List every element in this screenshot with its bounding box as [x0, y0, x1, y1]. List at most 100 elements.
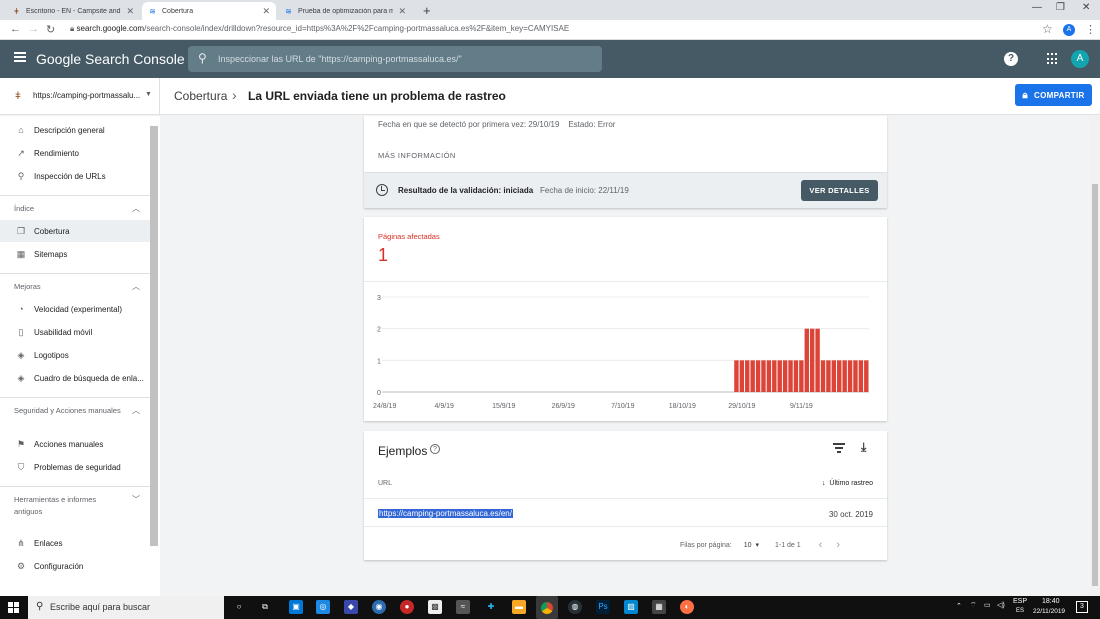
- sidebar-item-links[interactable]: ⋔ Enlaces: [0, 532, 150, 554]
- notification-center-icon[interactable]: 3: [1076, 601, 1088, 613]
- sidebar-item-speed[interactable]: ◔ Velocidad (experimental): [0, 298, 150, 320]
- sidebar-item-overview[interactable]: ⌂ Descripción general: [0, 119, 150, 141]
- table-row-url[interactable]: https://camping-portmassaluca.es/en/: [378, 509, 513, 518]
- sidebar-item-logos[interactable]: ◈ Logotipos: [0, 344, 150, 366]
- sidebar-item-security-issues[interactable]: ⛉ Problemas de seguridad: [0, 456, 150, 478]
- back-icon[interactable]: ←: [10, 23, 21, 35]
- maximize-icon[interactable]: ❐: [1056, 2, 1065, 13]
- app-icon[interactable]: ≈: [456, 600, 470, 614]
- url-field[interactable]: 🔒︎ search.google.com/search-console/inde…: [70, 24, 569, 34]
- photoshop-icon[interactable]: Ps: [596, 600, 610, 614]
- minimize-icon[interactable]: —: [1032, 2, 1042, 13]
- rows-per-page-select[interactable]: 10 ▾: [744, 541, 759, 549]
- property-selector[interactable]: ǂ https://camping-portmassalu... ▼: [0, 78, 160, 115]
- download-icon[interactable]: ⤓: [861, 440, 866, 455]
- battery-icon[interactable]: ▭: [984, 601, 991, 609]
- clock-date[interactable]: 22/11/2019: [1033, 608, 1065, 615]
- sidebar-divider: [0, 486, 150, 487]
- folder-icon[interactable]: ▬: [512, 600, 526, 614]
- network-icon[interactable]: ⌔: [970, 601, 977, 610]
- sidebar-item-coverage[interactable]: ❐ Cobertura: [0, 220, 150, 242]
- sidebar-divider: [0, 195, 150, 196]
- sidebar-item-performance[interactable]: ↗ Rendimiento: [0, 142, 150, 164]
- app-icon[interactable]: ◎: [316, 600, 330, 614]
- bookmark-star-icon[interactable]: ☆: [1042, 22, 1053, 36]
- chart-bar: [734, 360, 739, 392]
- sidebar-item-settings[interactable]: ⚙ Configuración: [0, 555, 150, 577]
- help-icon[interactable]: ?: [1004, 52, 1018, 66]
- browser-profile-avatar[interactable]: A: [1063, 24, 1075, 36]
- product-name[interactable]: Google Search Console: [36, 51, 185, 67]
- calculator-icon[interactable]: ▦: [652, 600, 666, 614]
- sidebar-scrollbar[interactable]: [150, 126, 158, 546]
- help-circle-icon[interactable]: ?: [430, 444, 440, 454]
- filter-icon[interactable]: [833, 443, 845, 453]
- volume-icon[interactable]: ◁): [997, 601, 1005, 609]
- x-tick-label: 26/9/19: [552, 403, 575, 410]
- sidebar-item-sitelinks-searchbox[interactable]: ◈ Cuadro de búsqueda de enla...: [0, 367, 150, 389]
- reload-icon[interactable]: ↻: [46, 23, 55, 36]
- url-inspection-input[interactable]: [218, 51, 588, 67]
- apps-grid-icon[interactable]: [1047, 53, 1059, 65]
- firefox-icon[interactable]: ◐: [680, 600, 694, 614]
- chevron-up-icon[interactable]: ︿: [132, 281, 140, 292]
- new-tab-icon[interactable]: +: [423, 3, 431, 18]
- page-scrollbar[interactable]: [1090, 116, 1100, 596]
- sidebar-item-label: Logotipos: [34, 350, 69, 360]
- sidebar-item-sitemaps[interactable]: ▦ Sitemaps: [0, 243, 150, 265]
- layers-icon: ◈: [17, 372, 25, 383]
- chart-bar: [782, 360, 788, 392]
- app-icon[interactable]: ✚: [484, 600, 498, 614]
- app-icon[interactable]: ●: [400, 600, 414, 614]
- chevron-up-icon[interactable]: ︿: [132, 203, 140, 214]
- window-close-icon[interactable]: ✕: [1082, 2, 1090, 13]
- language-indicator[interactable]: ESP: [1013, 598, 1027, 605]
- sidebar-section-index[interactable]: Índice: [14, 203, 124, 215]
- page-scrollbar-thumb[interactable]: [1092, 184, 1098, 586]
- browser-tab-1[interactable]: ǂ Escritorio - EN - Campsite and Re ✕: [6, 2, 140, 20]
- app-icon[interactable]: ◉: [372, 600, 386, 614]
- search-icon: ⚲: [17, 170, 25, 181]
- sidebar-item-url-inspection[interactable]: ⚲ Inspección de URLs: [0, 165, 150, 187]
- app-icon[interactable]: ◆: [344, 600, 358, 614]
- windows-start-icon[interactable]: [8, 602, 19, 613]
- sidebar-item-mobile-usability[interactable]: ▯ Usabilidad móvil: [0, 321, 150, 343]
- sidebar-section-enhancements[interactable]: Mejoras: [14, 281, 124, 293]
- see-details-button[interactable]: VER DETALLES: [801, 180, 878, 201]
- browser-menu-icon[interactable]: ⋮: [1085, 23, 1096, 36]
- browser-tab-3[interactable]: ≋ Prueba de optimización para mó ✕: [278, 2, 412, 20]
- close-tab-icon[interactable]: ✕: [262, 6, 270, 17]
- sidebar-item-label: Enlaces: [34, 538, 63, 548]
- menu-icon[interactable]: [14, 52, 26, 62]
- share-button[interactable]: 🔒︎ COMPARTIR: [1015, 84, 1092, 106]
- browser-tab-2[interactable]: ≋ Cobertura ✕: [142, 2, 276, 20]
- chrome-icon[interactable]: [536, 596, 558, 619]
- close-tab-icon[interactable]: ✕: [398, 6, 406, 17]
- chevron-up-icon[interactable]: ︿: [132, 405, 140, 416]
- prev-page-icon[interactable]: ‹: [819, 539, 823, 551]
- app-icon[interactable]: ◍: [568, 600, 582, 614]
- more-info-link[interactable]: MÁS INFORMACIÓN: [378, 151, 456, 160]
- clock-time[interactable]: 18:40: [1042, 598, 1060, 605]
- table-divider: [364, 498, 887, 499]
- sidebar-section-security[interactable]: Seguridad y Acciones manuales: [14, 405, 124, 417]
- account-avatar[interactable]: A: [1071, 50, 1089, 68]
- sidebar-item-label: Sitemaps: [34, 249, 68, 259]
- next-page-icon[interactable]: ›: [836, 539, 840, 551]
- photos-icon[interactable]: ▨: [624, 600, 638, 614]
- affected-pages-count: 1: [378, 245, 389, 265]
- chevron-down-icon[interactable]: ﹀: [132, 494, 140, 505]
- sidebar-item-manual-actions[interactable]: ⚑ Acciones manuales: [0, 433, 150, 455]
- breadcrumb-parent[interactable]: Cobertura: [174, 89, 227, 103]
- app-icon[interactable]: ▩: [428, 600, 442, 614]
- close-tab-icon[interactable]: ✕: [126, 6, 134, 17]
- tray-chevron-icon[interactable]: ⌃: [956, 602, 962, 610]
- forward-icon[interactable]: →: [28, 23, 39, 35]
- task-view-icon[interactable]: ⧉: [258, 600, 272, 614]
- app-store-icon[interactable]: ▣: [289, 600, 303, 614]
- sidebar-section-legacy-tools[interactable]: Herramientas e informes antiguos: [14, 494, 124, 518]
- url-inspection-search[interactable]: ⚲: [188, 46, 602, 72]
- column-header-last-crawl[interactable]: ↓ Último rastreo: [822, 480, 873, 487]
- cortana-icon[interactable]: ○: [232, 600, 246, 614]
- taskbar-search[interactable]: ⚲ Escribe aquí para buscar: [28, 596, 224, 619]
